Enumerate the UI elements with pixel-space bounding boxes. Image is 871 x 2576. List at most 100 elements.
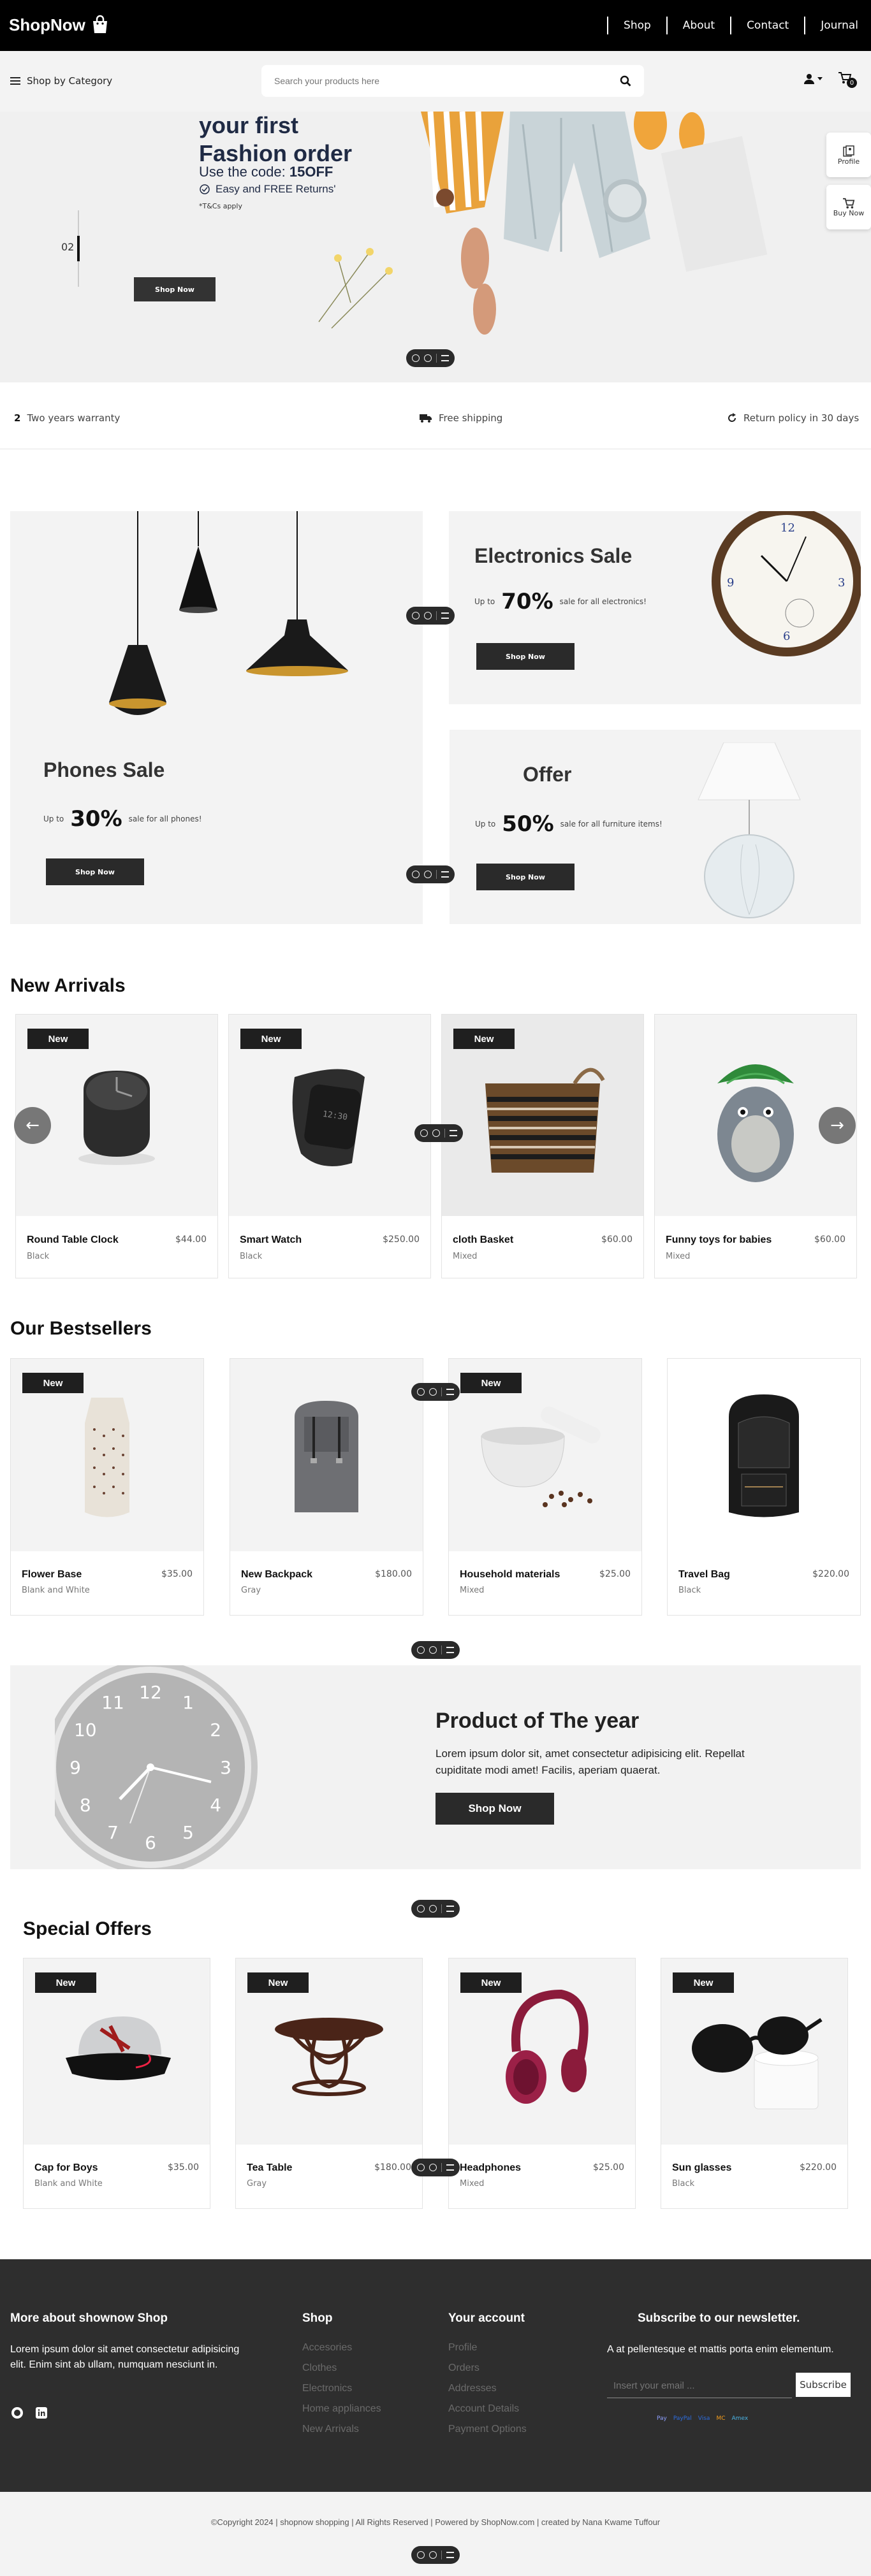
product-card[interactable]: New Household materials $25.00 Mixed (448, 1358, 642, 1616)
carousel-prev-button[interactable]: ← (14, 1107, 51, 1144)
svg-text:9: 9 (727, 576, 734, 590)
paypal-icon: PayPal (673, 2415, 692, 2422)
product-color: Mixed (460, 1586, 485, 1595)
carousel-control-pill[interactable] (406, 865, 455, 883)
cart-button[interactable]: 0 (838, 71, 857, 88)
buy-now-side-button[interactable]: Buy Now (826, 185, 871, 229)
clock-numeral: 10 (74, 1719, 97, 1740)
footer-link-payment-options[interactable]: Payment Options (448, 2424, 527, 2444)
product-name: Headphones (460, 2162, 522, 2173)
new-badge: New (460, 1373, 522, 1393)
footer-link-addresses[interactable]: Addresses (448, 2383, 527, 2403)
carousel-control-pill[interactable] (411, 1900, 460, 1918)
product-of-year-shop-now-button[interactable]: Shop Now (435, 1793, 554, 1825)
clock-numeral: 7 (107, 1822, 119, 1843)
product-card[interactable]: New Tea Table $180.00 Gray (235, 1958, 423, 2209)
search-input[interactable] (274, 76, 593, 86)
phones-sale-offer: Up to 30% sale for all phones! (43, 806, 202, 832)
newsletter-email-input[interactable] (607, 2374, 792, 2398)
top-navbar: ShopNow Shop About Contact Journal (0, 0, 871, 51)
nav-about-link[interactable]: About (683, 19, 715, 32)
product-card[interactable]: 12:30 New Smart Watch $250.00 Black (228, 1014, 431, 1278)
footer-link-new-arrivals[interactable]: New Arrivals (302, 2424, 381, 2444)
cloth-basket-image (485, 1067, 605, 1173)
product-card[interactable]: New Flower Base $35.00 Blank and White (10, 1358, 204, 1616)
upto-label: Up to (475, 820, 496, 829)
phones-sale-percent: 30% (70, 806, 122, 832)
product-name: Flower Base (22, 1569, 82, 1580)
eye-icon (432, 1129, 440, 1137)
offer-percent: 50% (502, 811, 554, 837)
footer-link-account-details[interactable]: Account Details (448, 2403, 527, 2424)
offer-shop-now-button[interactable]: Shop Now (476, 864, 575, 890)
clock-numeral: 5 (182, 1822, 194, 1843)
footer-link-profile[interactable]: Profile (448, 2342, 527, 2363)
eye-icon (429, 1646, 437, 1654)
new-badge: New (22, 1373, 84, 1393)
carousel-control-pill[interactable] (406, 349, 455, 367)
electronics-sale-offer: Up to 70% sale for all electronics! (474, 589, 647, 614)
feature-returns: Return policy in 30 days (727, 412, 859, 424)
footer-link-electronics[interactable]: Electronics (302, 2383, 381, 2403)
product-card[interactable]: New Cap for Boys $35.00 Blank and White (23, 1958, 210, 2209)
tea-table-image (275, 2018, 383, 2096)
search-icon[interactable] (620, 75, 631, 87)
nav-journal-link[interactable]: Journal (821, 19, 858, 32)
footer-link-accessories[interactable]: Accesories (302, 2342, 381, 2363)
product-color: Mixed (453, 1252, 478, 1261)
product-name: Tea Table (247, 2162, 293, 2173)
electronics-shop-now-button[interactable]: Shop Now (476, 643, 575, 670)
shopping-bag-icon (92, 15, 107, 33)
backpack-image (295, 1401, 358, 1512)
truck-icon (420, 414, 432, 423)
phones-shop-now-button[interactable]: Shop Now (46, 858, 144, 885)
clock-numeral: 9 (70, 1757, 81, 1778)
carousel-control-pill[interactable] (411, 2159, 460, 2176)
product-card[interactable]: New Funny toys for babies $60.00 Mixed (654, 1014, 857, 1278)
carousel-control-pill[interactable] (406, 607, 455, 625)
brand-logo[interactable]: ShopNow (9, 14, 111, 36)
footer-link-clothes[interactable]: Clothes (302, 2363, 381, 2383)
clock-numeral: 4 (210, 1795, 221, 1816)
product-name: Funny toys for babies (666, 1234, 772, 1245)
shop-by-category-button[interactable]: Shop by Category (10, 75, 112, 87)
footer-link-home-appliances[interactable]: Home appliances (302, 2403, 381, 2424)
bestsellers-title: Our Bestsellers (10, 1318, 152, 1339)
product-card[interactable]: Travel Bag $220.00 Black (667, 1358, 861, 1616)
svg-text:12: 12 (780, 521, 795, 535)
linkedin-icon[interactable] (34, 2406, 48, 2420)
nav-contact-link[interactable]: Contact (747, 19, 789, 32)
comment-icon (417, 1646, 425, 1654)
footer-link-orders[interactable]: Orders (448, 2363, 527, 2383)
new-badge: New (247, 1972, 309, 1993)
profile-side-button[interactable]: Profile (826, 133, 871, 177)
product-color: Black (678, 1586, 701, 1595)
hero-shop-now-button[interactable]: Shop Now (134, 277, 216, 301)
clock-numeral: 3 (220, 1757, 231, 1778)
product-card[interactable]: New Round Table Clock $44.00 Black (15, 1014, 218, 1278)
product-name: Household materials (460, 1569, 560, 1580)
github-icon[interactable] (10, 2406, 24, 2420)
carousel-control-pill[interactable] (411, 1383, 460, 1401)
hero-code-prefix: Use the code: (199, 164, 289, 180)
main-nav: Shop About Contact Journal (592, 17, 858, 34)
nav-shop-link[interactable]: Shop (624, 19, 651, 32)
product-color: Gray (247, 2179, 267, 2189)
sunglasses-image (692, 2016, 823, 2109)
wall-clock-image: 12 12 3 45 6 78 9 1011 (55, 1665, 258, 1869)
carousel-control-pill[interactable] (411, 2546, 460, 2564)
product-card[interactable]: New Backpack $180.00 Gray (230, 1358, 423, 1616)
subscribe-button[interactable]: Subscribe (796, 2373, 851, 2397)
carousel-next-button[interactable]: → (819, 1107, 856, 1144)
user-menu-button[interactable] (803, 73, 823, 85)
product-price: $35.00 (168, 2162, 199, 2173)
pill-divider (441, 1646, 442, 1654)
carousel-control-pill[interactable] (411, 1641, 460, 1659)
plush-toy-image (717, 1064, 794, 1182)
carousel-control-pill[interactable] (414, 1124, 463, 1142)
product-card[interactable]: New cloth Basket $60.00 Mixed (441, 1014, 644, 1278)
product-card[interactable]: New Sun glasses $220.00 Black (661, 1958, 848, 2209)
product-price: $220.00 (800, 2162, 837, 2173)
eye-icon (424, 354, 432, 362)
product-card[interactable]: New Headphones $25.00 Mixed (448, 1958, 636, 2209)
